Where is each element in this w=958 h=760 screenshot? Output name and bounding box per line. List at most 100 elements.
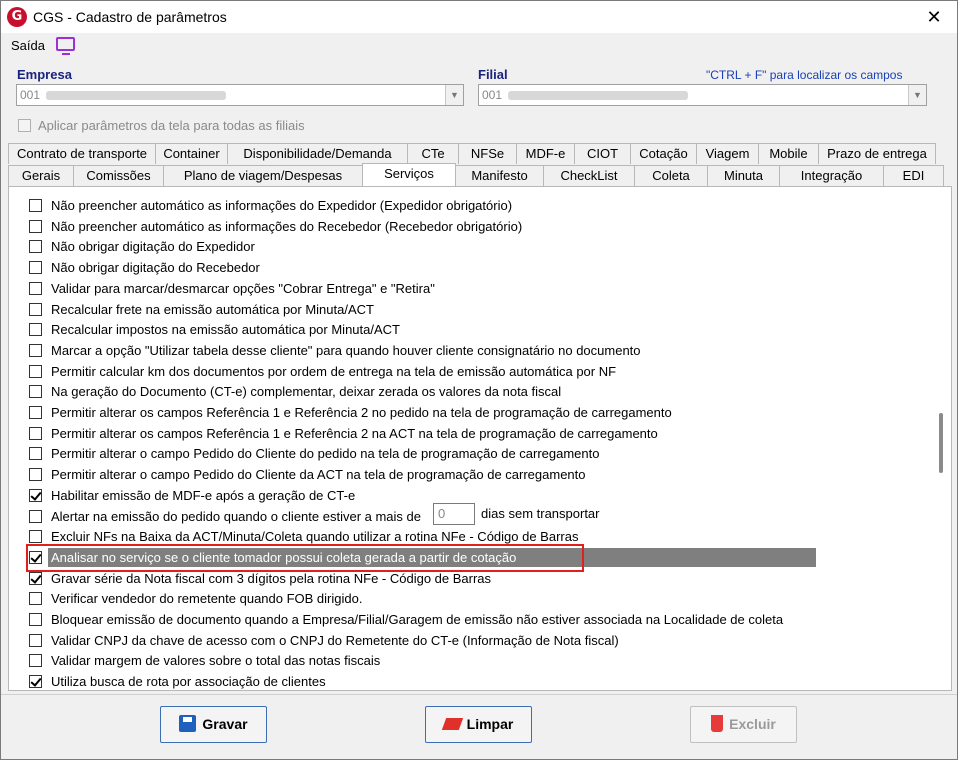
menu-bar: Saída	[1, 33, 957, 57]
option-label: Não obrigar digitação do Recebedor	[51, 260, 260, 275]
chevron-down-icon[interactable]: ▼	[445, 85, 463, 105]
empresa-select[interactable]: 001 ▼	[16, 84, 464, 106]
option-label: Recalcular impostos na emissão automátic…	[51, 322, 400, 337]
search-hint: "CTRL + F" para localizar os campos	[706, 68, 903, 82]
redacted-text	[46, 91, 227, 101]
option-checkbox[interactable]	[29, 220, 42, 233]
tab-contrato-transporte[interactable]: Contrato de transporte	[8, 143, 156, 164]
option-checkbox[interactable]	[29, 447, 42, 460]
tab-viagem[interactable]: Viagem	[696, 143, 759, 164]
option-checkbox[interactable]	[29, 613, 42, 626]
option-label: Validar CNPJ da chave de acesso com o CN…	[51, 633, 619, 648]
save-label: Gravar	[202, 716, 248, 732]
apply-all-branches-checkbox[interactable]: Aplicar parâmetros da tela para todas as…	[18, 118, 305, 133]
option-label: Habilitar emissão de MDF-e após a geraçã…	[51, 488, 356, 503]
chevron-down-icon[interactable]: ▼	[908, 85, 926, 105]
option-checkbox[interactable]	[29, 261, 42, 274]
close-button[interactable]: ✕	[911, 1, 957, 33]
vertical-scrollbar[interactable]	[937, 191, 947, 686]
option-label: Utiliza busca de rota por associação de …	[51, 674, 326, 689]
option-label: Alertar na emissão do pedido quando o cl…	[51, 509, 421, 524]
empresa-label: Empresa	[17, 67, 72, 82]
tab-cotacao[interactable]: Cotação	[630, 143, 697, 164]
option-label: Permitir alterar os campos Referência 1 …	[51, 405, 672, 420]
delete-label: Excluir	[729, 716, 776, 732]
option-label: Marcar a opção "Utilizar tabela desse cl…	[51, 343, 641, 358]
tab-edi[interactable]: EDI	[883, 165, 944, 186]
option-label: Verificar vendedor do remetente quando F…	[51, 591, 363, 606]
option-label: Validar margem de valores sobre o total …	[51, 653, 381, 668]
app-logo-icon: G	[7, 7, 27, 27]
option-checkbox[interactable]	[29, 675, 42, 688]
save-button[interactable]: Gravar	[160, 706, 267, 743]
clear-button[interactable]: Limpar	[425, 706, 532, 743]
tab-ciot[interactable]: CIOT	[574, 143, 631, 164]
scrollbar-thumb[interactable]	[939, 413, 943, 473]
option-label: Validar para marcar/desmarcar opções "Co…	[51, 281, 435, 296]
option-checkbox[interactable]	[29, 199, 42, 212]
tab-container[interactable]: Container	[155, 143, 228, 164]
highlight-annotation	[26, 544, 584, 572]
tab-minuta[interactable]: Minuta	[707, 165, 780, 186]
tab-comissoes[interactable]: Comissões	[73, 165, 164, 186]
services-panel: Não preencher automático as informações …	[8, 186, 952, 691]
option-checkbox[interactable]	[29, 385, 42, 398]
tab-manifesto[interactable]: Manifesto	[455, 165, 544, 186]
option-label: Gravar série da Nota fiscal com 3 dígito…	[51, 571, 492, 586]
option-checkbox[interactable]	[29, 323, 42, 336]
option-label: Permitir calcular km dos documentos por …	[51, 364, 617, 379]
option-checkbox[interactable]	[29, 468, 42, 481]
redacted-text	[508, 91, 689, 101]
tab-coleta[interactable]: Coleta	[634, 165, 708, 186]
option-checkbox[interactable]	[29, 634, 42, 647]
option-checkbox[interactable]	[29, 572, 42, 585]
tab-prazo-entrega[interactable]: Prazo de entrega	[818, 143, 936, 164]
apply-all-label: Aplicar parâmetros da tela para todas as…	[38, 118, 305, 133]
option-label: Recalcular frete na emissão automática p…	[51, 302, 374, 317]
option-checkbox[interactable]	[29, 365, 42, 378]
option-checkbox[interactable]	[29, 654, 42, 667]
option-checkbox[interactable]	[29, 240, 42, 253]
days-suffix-label: dias sem transportar	[481, 506, 600, 521]
option-label: Permitir alterar os campos Referência 1 …	[51, 426, 658, 441]
tab-integracao[interactable]: Integração	[779, 165, 884, 186]
option-checkbox[interactable]	[29, 406, 42, 419]
delete-button[interactable]: Excluir	[690, 706, 797, 743]
option-checkbox[interactable]	[29, 303, 42, 316]
filial-select[interactable]: 001 ▼	[478, 84, 927, 106]
option-checkbox[interactable]	[29, 592, 42, 605]
option-checkbox[interactable]	[29, 427, 42, 440]
option-label: Permitir alterar o campo Pedido do Clien…	[51, 467, 586, 482]
floppy-disk-icon	[179, 715, 197, 732]
option-checkbox[interactable]	[29, 530, 42, 543]
tab-nfse[interactable]: NFSe	[458, 143, 517, 164]
menu-exit[interactable]: Saída	[11, 38, 45, 53]
option-checkbox[interactable]	[29, 510, 42, 523]
tab-disponibilidade[interactable]: Disponibilidade/Demanda	[227, 143, 408, 164]
tab-gerais[interactable]: Gerais	[8, 165, 74, 186]
tab-mdfe[interactable]: MDF-e	[516, 143, 575, 164]
checkbox-box[interactable]	[18, 119, 31, 132]
eraser-icon	[441, 718, 463, 730]
option-checkbox[interactable]	[29, 489, 42, 502]
clear-label: Limpar	[466, 716, 514, 732]
option-checkbox[interactable]	[29, 344, 42, 357]
days-input[interactable]: 0	[433, 503, 475, 525]
option-checkbox[interactable]	[29, 282, 42, 295]
option-label: Não obrigar digitação do Expedidor	[51, 239, 255, 254]
tab-servicos[interactable]: Serviços	[362, 163, 456, 186]
option-label: Na geração do Documento (CT-e) complemen…	[51, 384, 562, 399]
window-title: CGS - Cadastro de parâmetros	[33, 9, 227, 25]
main-window: G CGS - Cadastro de parâmetros ✕ Saída E…	[0, 0, 958, 760]
tab-cte[interactable]: CTe	[407, 143, 459, 164]
tab-checklist[interactable]: CheckList	[543, 165, 635, 186]
trash-icon	[711, 715, 724, 732]
tab-plano-viagem[interactable]: Plano de viagem/Despesas	[163, 165, 363, 186]
option-label: Permitir alterar o campo Pedido do Clien…	[51, 446, 600, 461]
option-label: Bloquear emissão de documento quando a E…	[51, 612, 784, 627]
empresa-value: 001	[20, 88, 41, 102]
filial-value: 001	[482, 88, 503, 102]
footer-divider	[1, 694, 957, 695]
monitor-icon[interactable]	[56, 37, 75, 55]
tab-mobile[interactable]: Mobile	[758, 143, 819, 164]
